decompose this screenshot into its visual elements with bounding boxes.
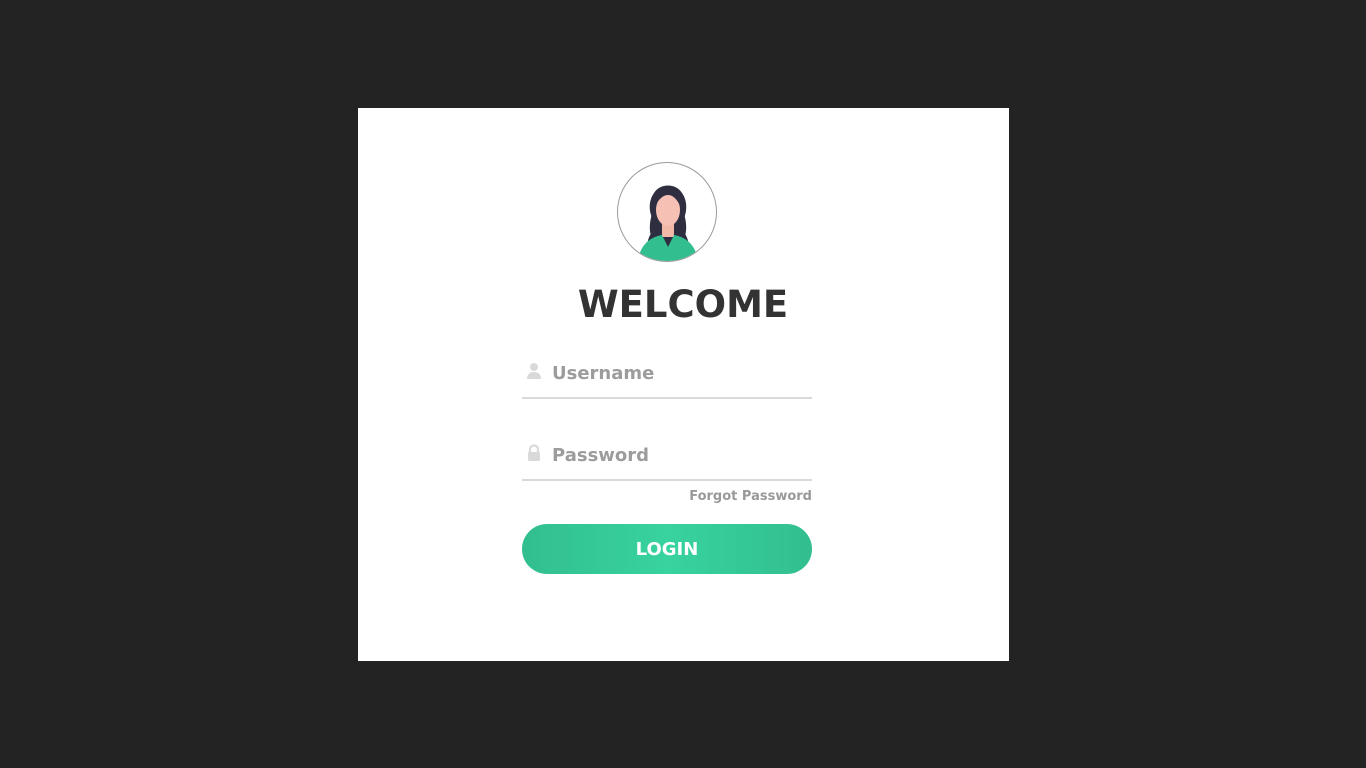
forgot-password-link[interactable]: Forgot Password — [522, 488, 812, 506]
username-field — [522, 353, 812, 399]
login-button[interactable]: LOGIN — [522, 524, 812, 574]
login-card: WELCOME Forgot Password LOGIN — [358, 108, 1009, 661]
avatar — [617, 162, 717, 262]
user-icon — [527, 363, 541, 379]
password-field — [522, 435, 812, 481]
username-input[interactable] — [552, 353, 807, 393]
password-input[interactable] — [552, 435, 807, 475]
woman-avatar-icon — [638, 185, 698, 261]
page-background: WELCOME Forgot Password LOGIN — [0, 0, 1366, 768]
lock-icon — [528, 444, 540, 461]
page-title: WELCOME — [577, 283, 789, 326]
